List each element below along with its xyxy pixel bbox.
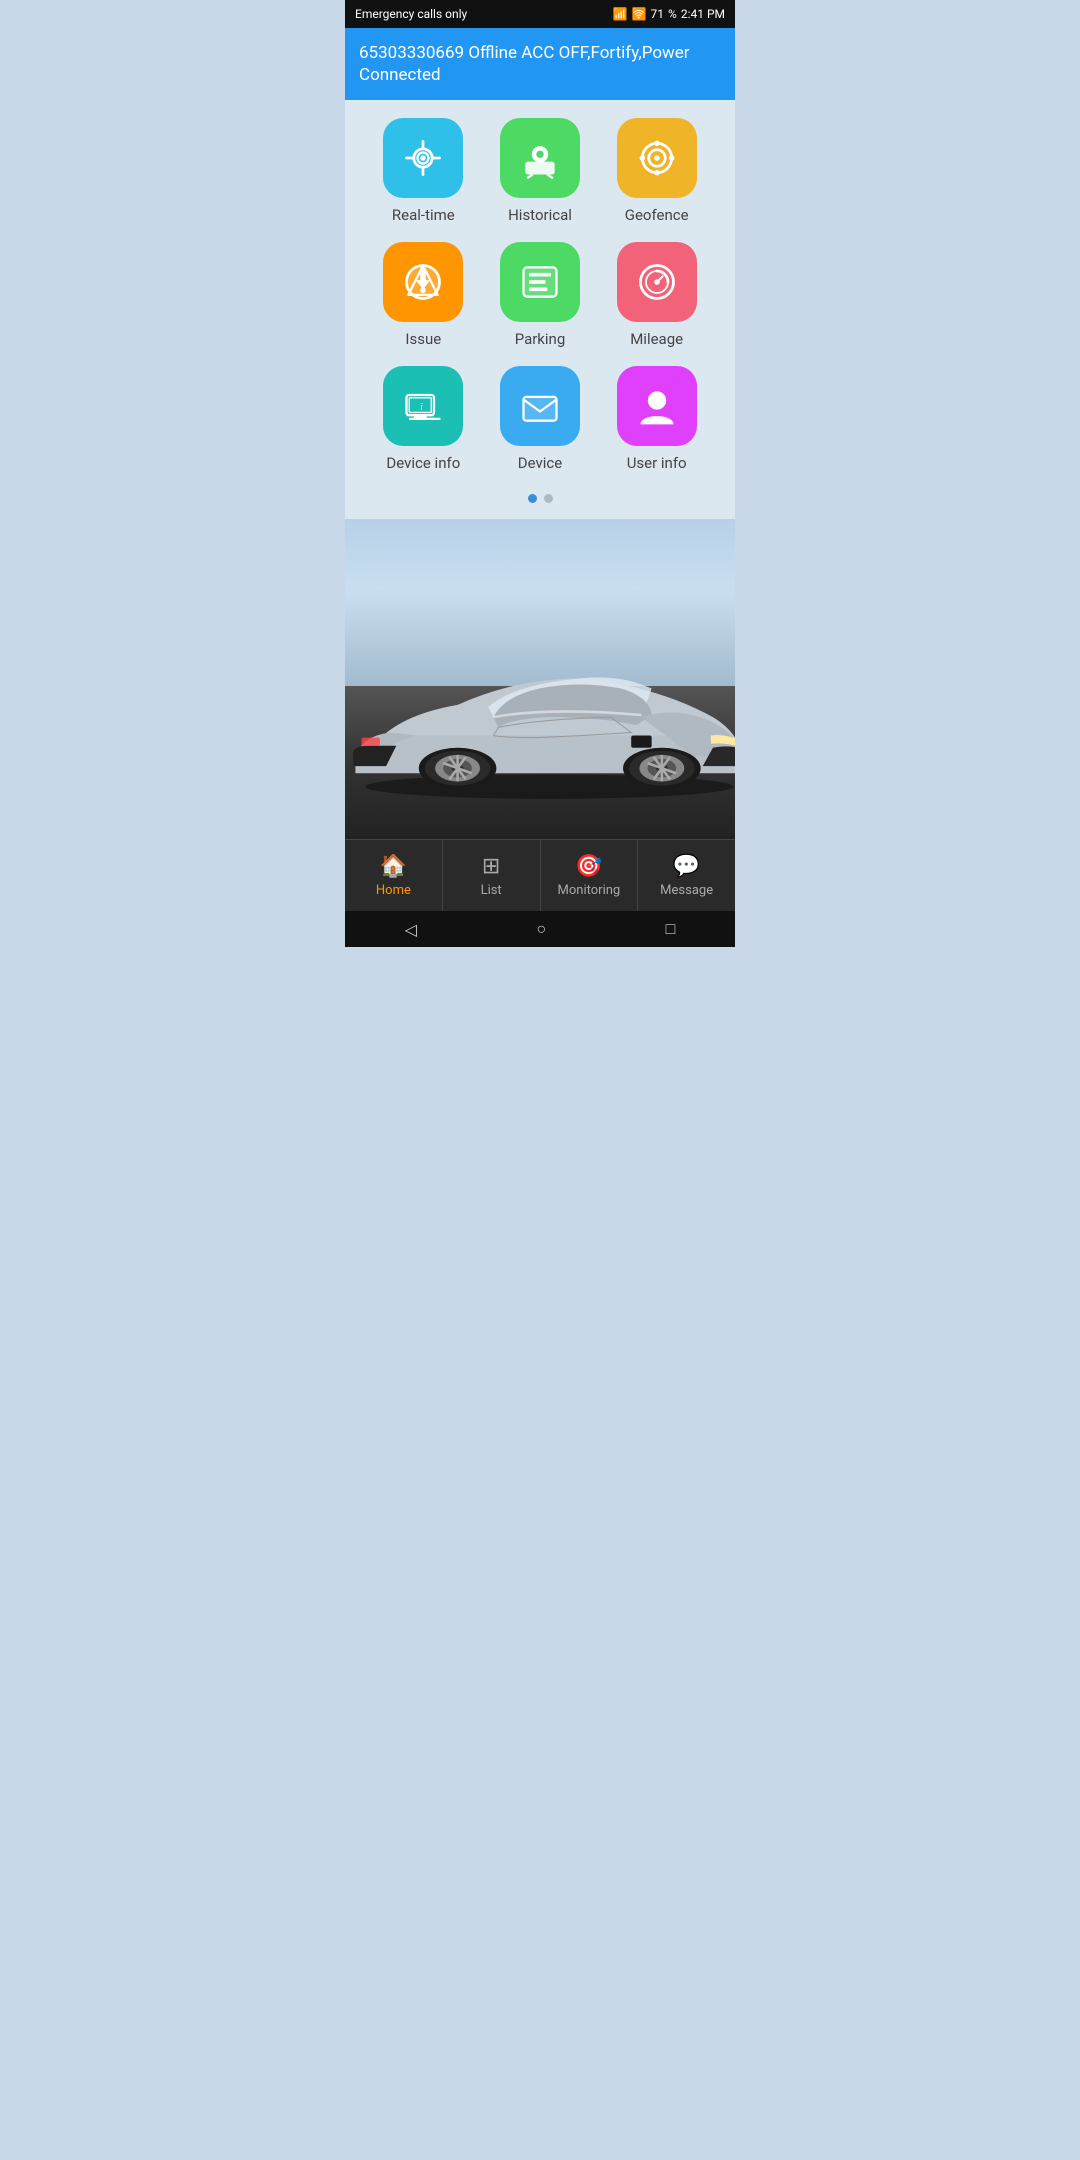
device-label: Device [518, 454, 562, 472]
grid-item-realtime[interactable]: Real-time [365, 118, 482, 224]
realtime-label: Real-time [392, 206, 455, 224]
geofence-label: Geofence [625, 206, 689, 224]
svg-text:i: i [421, 402, 424, 412]
historical-button[interactable] [500, 118, 580, 198]
menu-grid: Real-time Historical [365, 118, 715, 490]
issue-button[interactable] [383, 242, 463, 322]
mileage-button[interactable] [617, 242, 697, 322]
grid-item-issue[interactable]: Issue [365, 242, 482, 348]
historical-label: Historical [508, 206, 572, 224]
battery-text: 71 [651, 7, 665, 21]
grid-item-device[interactable]: Device [482, 366, 599, 472]
deviceinfo-button[interactable]: i [383, 366, 463, 446]
status-left-text: Emergency calls only [355, 7, 467, 21]
status-right: 📶 🛜 71% 2:41 PM [613, 7, 725, 21]
status-bar: Emergency calls only 📶 🛜 71% 2:41 PM [345, 0, 735, 28]
userinfo-label: User info [627, 454, 687, 472]
issue-icon [401, 260, 445, 304]
realtime-icon [401, 136, 445, 180]
grid-item-historical[interactable]: Historical [482, 118, 599, 224]
realtime-button[interactable] [383, 118, 463, 198]
grid-item-deviceinfo[interactable]: i Device info [365, 366, 482, 472]
home-icon: 🏠 [380, 854, 407, 879]
top-banner: 65303330669 Offline ACC OFF,Fortify,Powe… [345, 28, 735, 100]
grid-section: Real-time Historical [345, 100, 735, 519]
geofence-button[interactable] [617, 118, 697, 198]
nav-list[interactable]: ⊞ List [443, 840, 541, 911]
signal-icon: 📶 [613, 7, 628, 21]
grid-item-geofence[interactable]: Geofence [598, 118, 715, 224]
car-image [345, 615, 735, 799]
userinfo-button[interactable] [617, 366, 697, 446]
grid-item-mileage[interactable]: Mileage [598, 242, 715, 348]
page-dots [365, 494, 715, 509]
message-icon: 💬 [673, 854, 700, 879]
car-section [345, 519, 735, 839]
nav-monitoring[interactable]: 🎯 Monitoring [541, 840, 639, 911]
list-label: List [481, 883, 502, 898]
mileage-label: Mileage [630, 330, 683, 348]
parking-button[interactable] [500, 242, 580, 322]
historical-icon [518, 136, 562, 180]
issue-label: Issue [405, 330, 441, 348]
home-label: Home [376, 883, 411, 898]
time-text: 2:41 PM [681, 7, 725, 21]
nav-home[interactable]: 🏠 Home [345, 840, 443, 911]
monitoring-label: Monitoring [558, 883, 621, 898]
list-icon: ⊞ [482, 854, 500, 879]
banner-text: 65303330669 Offline ACC OFF,Fortify,Powe… [359, 43, 690, 85]
nav-message[interactable]: 💬 Message [638, 840, 735, 911]
dot-2[interactable] [544, 494, 553, 503]
parking-label: Parking [515, 330, 566, 348]
message-label: Message [660, 883, 713, 898]
system-nav-bar: ◁ ○ □ [345, 911, 735, 947]
deviceinfo-icon: i [401, 384, 445, 428]
deviceinfo-label: Device info [386, 454, 460, 472]
home-button[interactable]: ○ [536, 919, 546, 939]
grid-item-userinfo[interactable]: User info [598, 366, 715, 472]
device-button[interactable] [500, 366, 580, 446]
back-button[interactable]: ◁ [405, 920, 417, 939]
grid-item-parking[interactable]: Parking [482, 242, 599, 348]
recents-button[interactable]: □ [666, 919, 676, 939]
userinfo-icon [635, 384, 679, 428]
dot-1[interactable] [528, 494, 537, 503]
device-icon [518, 384, 562, 428]
mileage-icon [635, 260, 679, 304]
wifi-icon: 🛜 [632, 7, 647, 21]
geofence-icon [635, 136, 679, 180]
parking-icon [518, 260, 562, 304]
bottom-nav: 🏠 Home ⊞ List 🎯 Monitoring 💬 Message [345, 839, 735, 911]
monitoring-icon: 🎯 [575, 854, 602, 879]
